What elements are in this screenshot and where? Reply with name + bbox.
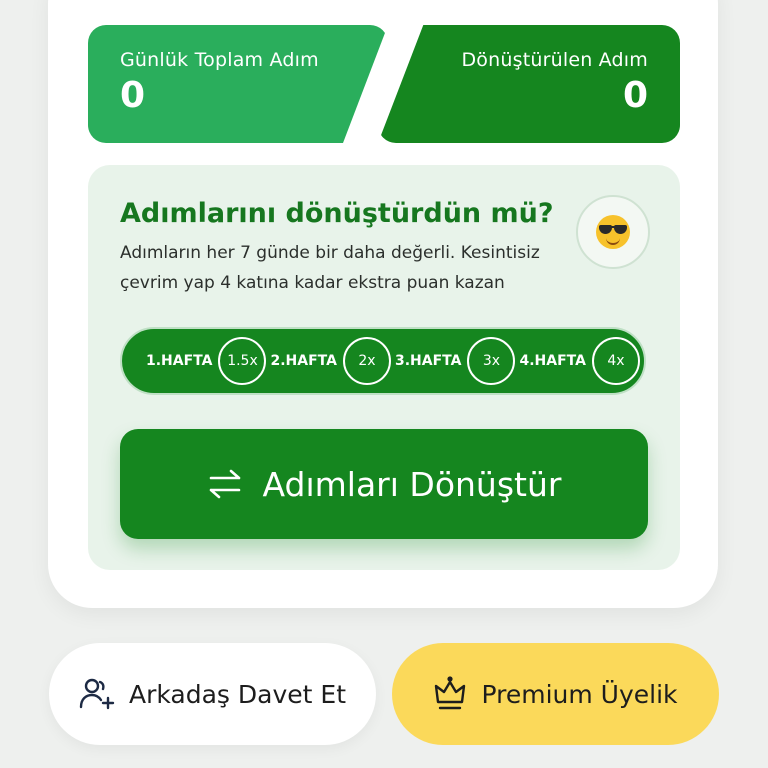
invite-friend-button[interactable]: Arkadaş Davet Et [49,643,376,745]
week-item: 2.HAFTA 2x [271,337,391,385]
convert-steps-button[interactable]: Adımları Dönüştür [120,429,648,539]
week-label: 4.HAFTA [519,353,586,369]
sunglasses-emoji-icon [596,215,630,249]
week-multiplier: 2x [342,337,391,385]
premium-membership-button[interactable]: Premium Üyelik [392,643,719,745]
premium-membership-label: Premium Üyelik [481,679,678,709]
emoji-badge [576,195,650,269]
week-label: 2.HAFTA [270,353,337,369]
convert-title: Adımlarını dönüştürdün mü? [120,198,554,229]
daily-total-steps-label: Günlük Toplam Adım [120,49,319,71]
converted-steps-value: 0 [622,75,648,116]
crown-icon [435,676,466,710]
add-user-icon [79,678,115,710]
converted-steps-label: Dönüştürülen Adım [461,49,648,71]
converted-steps-card: Dönüştürülen Adım 0 [378,25,680,143]
convert-steps-label: Adımları Dönüştür [262,464,562,504]
week-item: 1.HAFTA 1.5x [146,337,267,385]
daily-total-steps-card: Günlük Toplam Adım 0 [88,25,388,143]
invite-friend-label: Arkadaş Davet Et [129,679,346,709]
week-multiplier: 3x [467,337,516,385]
week-label: 1.HAFTA [146,353,213,369]
weekly-multiplier-bar: 1.HAFTA 1.5x 2.HAFTA 2x 3.HAFTA 3x 4.HAF… [120,327,646,395]
week-multiplier: 4x [591,337,640,385]
week-item: 3.HAFTA 3x [395,337,516,385]
daily-total-steps-value: 0 [120,75,146,116]
week-label: 3.HAFTA [395,353,462,369]
swap-arrows-icon [209,469,240,499]
convert-description: Adımların her 7 günde bir daha değerli. … [120,243,540,293]
week-item: 4.HAFTA 4x [520,337,640,385]
week-multiplier: 1.5x [218,337,267,385]
convert-panel: Adımlarını dönüştürdün mü? Adımların her… [88,165,680,570]
